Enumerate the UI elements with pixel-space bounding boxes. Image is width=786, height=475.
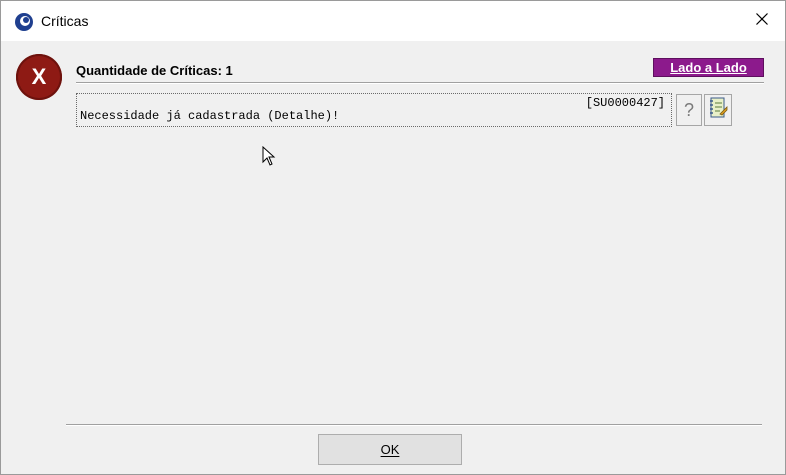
- window-title: Críticas: [41, 13, 89, 29]
- error-x-icon: X: [16, 54, 62, 100]
- message-item[interactable]: [SU0000427] Necessidade já cadastrada (D…: [76, 93, 672, 127]
- criticas-header: Quantidade de Críticas: 1 Lado a Lado: [76, 58, 764, 82]
- help-button[interactable]: ?: [676, 94, 702, 126]
- criticas-dialog: Críticas X Quantidade de Críticas: 1 Lad…: [0, 0, 786, 475]
- footer-divider: [66, 424, 762, 426]
- ok-button[interactable]: OK: [318, 434, 462, 465]
- mouse-cursor-icon: [262, 145, 276, 166]
- criticas-count-label: Quantidade de Críticas: 1: [76, 63, 233, 78]
- header-divider: [76, 82, 764, 84]
- close-button[interactable]: [739, 1, 785, 41]
- side-by-side-button[interactable]: Lado a Lado: [653, 58, 764, 77]
- app-logo-icon: [14, 12, 34, 32]
- ok-label: OK: [380, 442, 400, 457]
- message-code: [SU0000427]: [585, 96, 665, 110]
- error-icon-letter: X: [31, 64, 47, 89]
- notepad-icon: [708, 96, 728, 125]
- notes-button[interactable]: [704, 94, 732, 126]
- title-bar: Críticas: [1, 1, 785, 41]
- help-icon: ?: [683, 99, 694, 120]
- close-icon: [756, 12, 768, 30]
- message-text: Necessidade já cadastrada (Detalhe)!: [80, 109, 340, 123]
- side-by-side-label: Lado a Lado: [670, 60, 747, 75]
